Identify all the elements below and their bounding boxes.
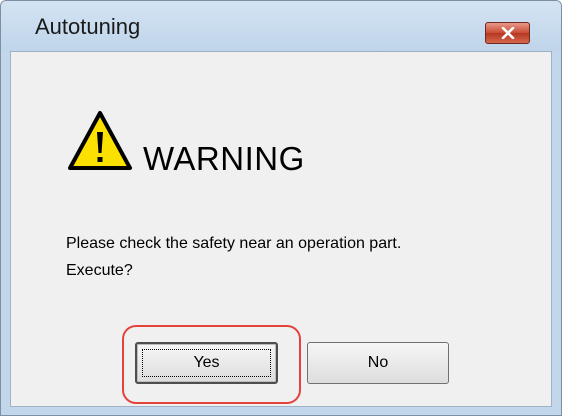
yes-button[interactable]: Yes: [135, 342, 278, 384]
message-line-1: Please check the safety near an operatio…: [66, 235, 402, 252]
dialog-content: WARNING Please check the safety near an …: [10, 51, 552, 407]
message-line-2: Execute?: [66, 262, 133, 279]
close-button[interactable]: [485, 22, 530, 44]
warning-heading: WARNING: [143, 140, 305, 177]
autotuning-dialog-window: Autotuning WARNING Please check the safe…: [0, 0, 562, 416]
warning-triangle-icon: [68, 111, 132, 170]
no-button[interactable]: No: [307, 342, 449, 384]
title-bar[interactable]: Autotuning: [1, 1, 561, 51]
warning-message: Please check the safety near an operatio…: [66, 230, 401, 284]
window-title: Autotuning: [35, 14, 141, 39]
yes-button-label: Yes: [142, 349, 271, 377]
close-icon: [501, 27, 515, 39]
